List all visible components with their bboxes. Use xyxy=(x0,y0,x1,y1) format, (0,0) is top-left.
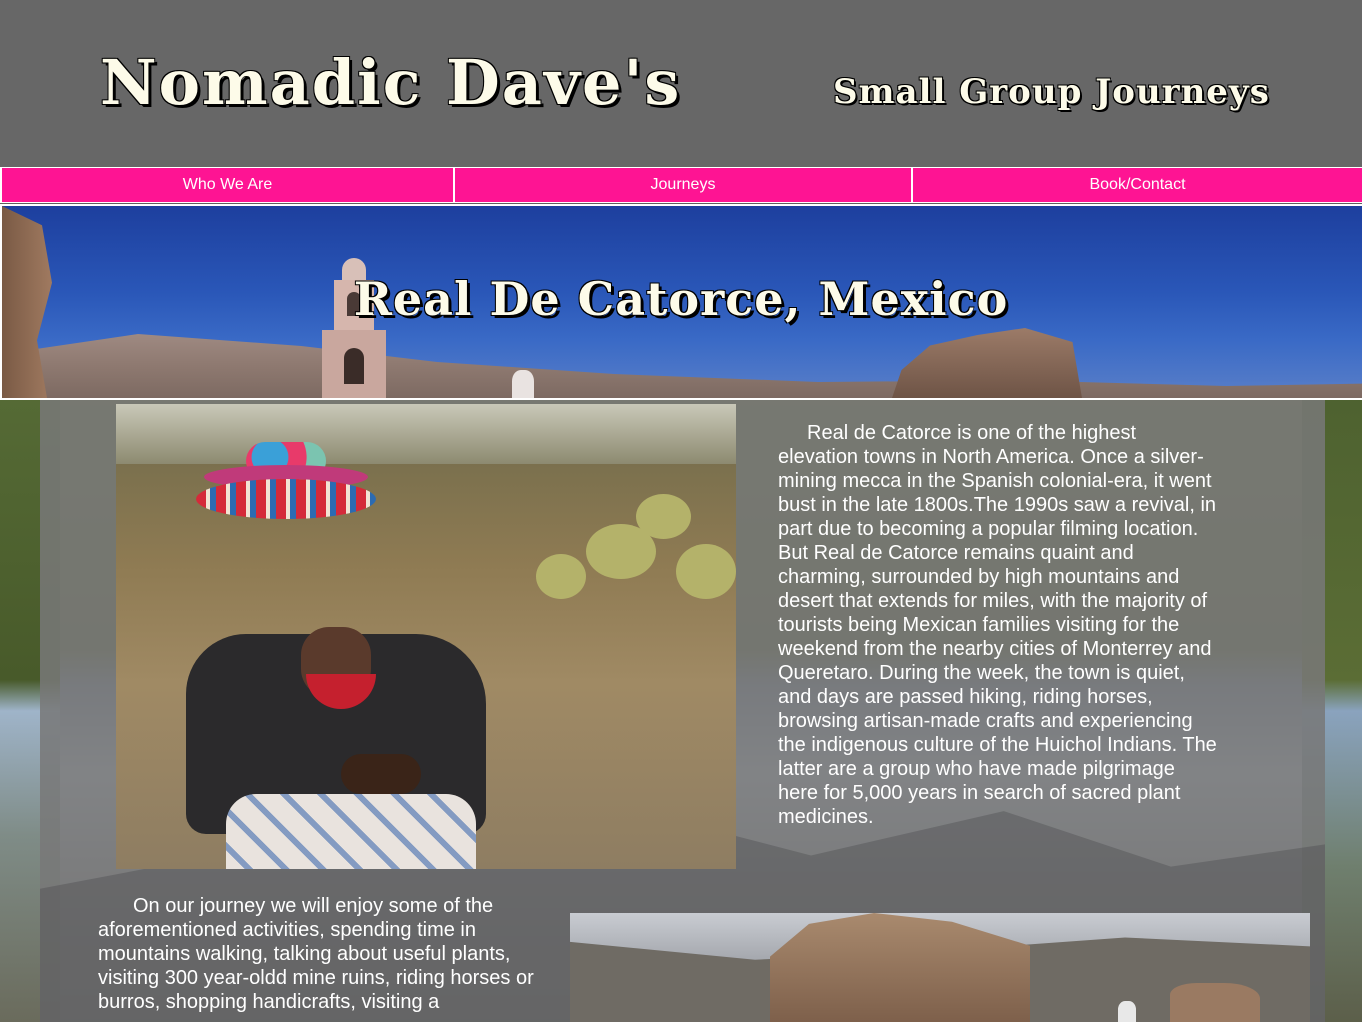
seated-man xyxy=(186,524,496,869)
intro-paragraph: Real de Catorce is one of the highest el… xyxy=(778,422,1217,828)
nav-book-contact[interactable]: Book/Contact xyxy=(913,168,1362,202)
hat-pompoms xyxy=(246,442,326,480)
photo-sky xyxy=(116,404,736,464)
ruins-stone-wall xyxy=(770,913,1030,1022)
huichol-hat xyxy=(196,479,376,519)
site-header: Nomadic Dave's Small Group Journeys xyxy=(0,0,1362,167)
cactus-pad xyxy=(636,494,691,539)
banner-hillside xyxy=(2,334,1362,398)
page-title: Real De Catorce, Mexico xyxy=(353,272,1009,326)
small-church-tower xyxy=(512,370,534,398)
nav-who-we-are[interactable]: Who We Are xyxy=(2,168,453,202)
cactus-pad xyxy=(536,554,586,599)
distant-church xyxy=(1118,1001,1136,1022)
banner-rock-right xyxy=(892,328,1082,398)
mine-ruins-photo xyxy=(570,913,1310,1022)
huichol-man-photo xyxy=(116,404,736,869)
site-tagline: Small Group Journeys xyxy=(833,72,1270,112)
hero-banner: Real De Catorce, Mexico xyxy=(0,204,1362,400)
nav-journeys[interactable]: Journeys xyxy=(455,168,911,202)
journey-paragraph: On our journey we will enjoy some of the… xyxy=(98,895,534,1013)
main-nav: Who We Are Journeys Book/Contact xyxy=(0,167,1362,203)
site-brand[interactable]: Nomadic Dave's xyxy=(100,46,681,119)
cactus-pad xyxy=(676,544,736,599)
ruins-rock xyxy=(1170,983,1260,1022)
